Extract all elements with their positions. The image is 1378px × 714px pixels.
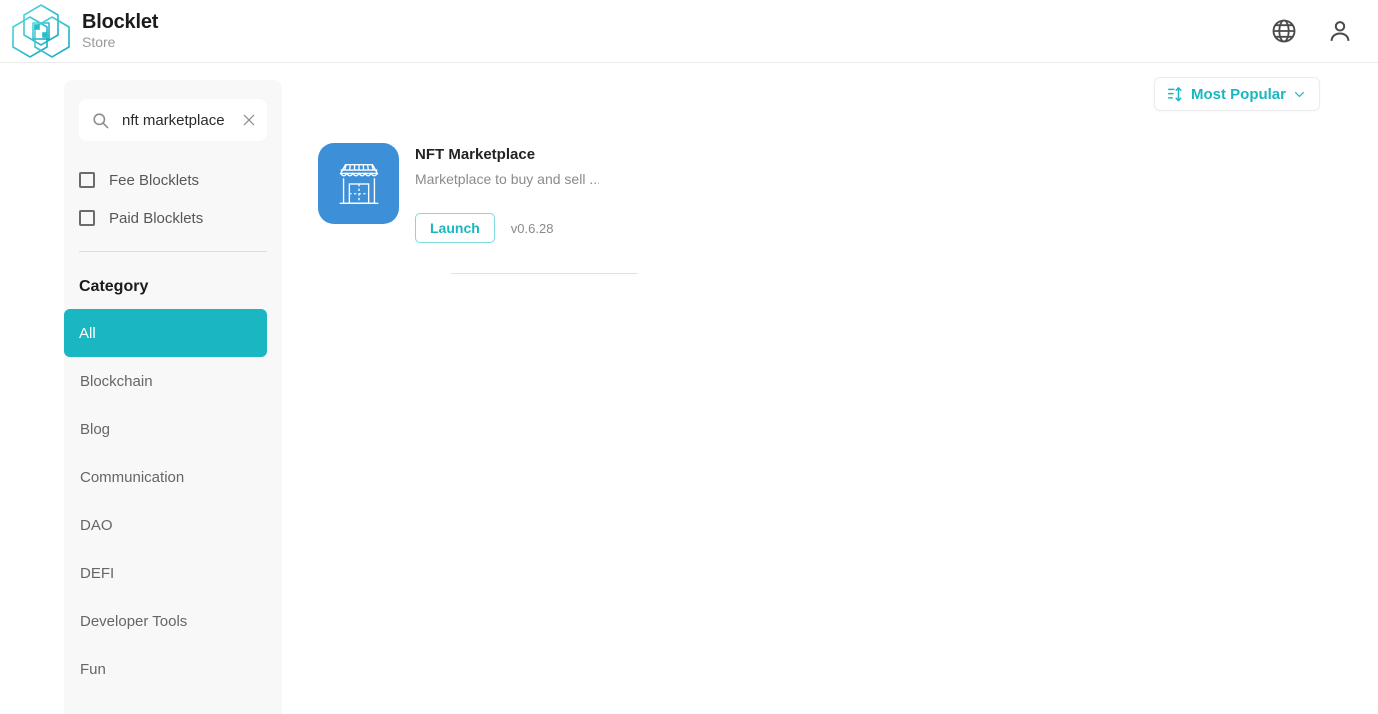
close-icon[interactable] xyxy=(241,112,257,128)
brand-subtitle: Store xyxy=(82,34,116,51)
category-label: DEFI xyxy=(80,564,115,582)
version-label: v0.6.28 xyxy=(510,220,554,236)
category-label: Blog xyxy=(80,420,111,438)
sort-icon xyxy=(1167,86,1182,101)
blocklet-title[interactable]: NFT Marketplace xyxy=(415,146,618,164)
globe-icon[interactable] xyxy=(1270,17,1298,45)
filter-paid-blocklets[interactable]: Paid Blocklets xyxy=(79,199,267,237)
category-item-dao[interactable]: DAO xyxy=(65,501,281,549)
results-area: Most Popular NFT Marketplace Marketplace… xyxy=(282,63,1378,714)
brand-title: Blocklet xyxy=(82,11,159,34)
category-item-all[interactable]: All xyxy=(64,309,267,357)
category-item-blog[interactable]: Blog xyxy=(65,405,281,453)
checkbox-icon[interactable] xyxy=(79,210,95,226)
search-input[interactable] xyxy=(110,111,241,129)
person-icon[interactable] xyxy=(1326,17,1354,45)
category-heading: Category xyxy=(79,278,149,295)
category-label: Blockchain xyxy=(80,372,153,390)
sidebar-divider xyxy=(79,251,267,252)
category-label: Developer Tools xyxy=(80,612,188,630)
header-actions xyxy=(1270,17,1354,45)
filter-label: Fee Blocklets xyxy=(109,171,200,189)
card-divider xyxy=(451,273,638,274)
sort-dropdown-button[interactable]: Most Popular xyxy=(1153,77,1320,111)
category-list: All Blockchain Blog Communication DAO DE… xyxy=(64,309,282,693)
brand-logo-link[interactable]: Blocklet Store xyxy=(12,1,158,61)
app-header: Blocklet Store xyxy=(0,0,1378,63)
brand-text: Blocklet Store xyxy=(82,12,158,50)
category-label: Fun xyxy=(80,660,106,678)
sort-bar: Most Popular xyxy=(1153,77,1320,111)
search-box[interactable] xyxy=(79,99,267,141)
blocklet-info: NFT Marketplace Marketplace to buy and s… xyxy=(415,143,618,243)
blocklet-logo-icon xyxy=(12,4,70,58)
sort-label: Most Popular xyxy=(1190,85,1286,103)
blocklet-card: NFT Marketplace Marketplace to buy and s… xyxy=(318,143,638,274)
page-body: Fee Blocklets Paid Blocklets Category Al… xyxy=(0,63,1378,714)
category-item-communication[interactable]: Communication xyxy=(65,453,281,501)
filter-fee-blocklets[interactable]: Fee Blocklets xyxy=(79,161,267,199)
chevron-down-icon xyxy=(1295,91,1304,97)
category-item-defi[interactable]: DEFI xyxy=(65,549,281,597)
category-label: DAO xyxy=(80,516,113,534)
category-item-fun[interactable]: Fun xyxy=(65,645,281,693)
checkbox-icon[interactable] xyxy=(79,172,95,188)
blocklet-icon[interactable] xyxy=(318,143,399,224)
filter-list: Fee Blocklets Paid Blocklets xyxy=(64,161,282,237)
category-item-blockchain[interactable]: Blockchain xyxy=(65,357,281,405)
filters-sidebar: Fee Blocklets Paid Blocklets Category Al… xyxy=(64,80,282,714)
blocklet-description: Marketplace to buy and sell ... xyxy=(415,171,599,187)
launch-button[interactable]: Launch xyxy=(415,213,495,243)
storefront-icon xyxy=(339,163,378,204)
category-label: Communication xyxy=(80,468,185,486)
category-label: All xyxy=(79,324,96,342)
search-icon xyxy=(93,112,109,128)
blocklet-actions: Launch v0.6.28 xyxy=(415,213,618,243)
category-item-developer-tools[interactable]: Developer Tools xyxy=(65,597,281,645)
filter-label: Paid Blocklets xyxy=(109,209,204,227)
